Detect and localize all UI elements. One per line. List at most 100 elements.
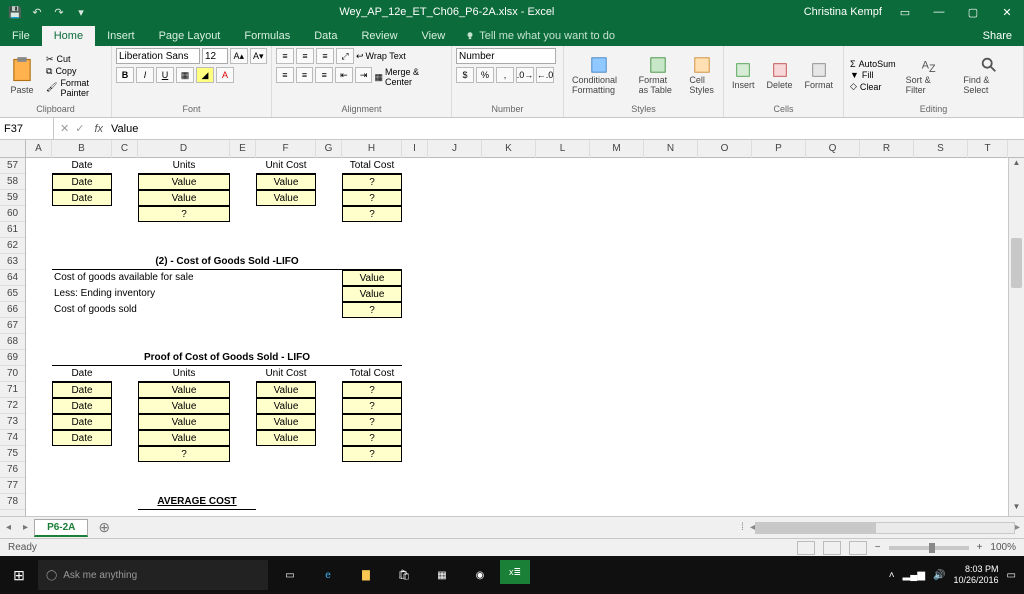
col-H[interactable]: H [342, 140, 402, 158]
tab-home[interactable]: Home [42, 26, 95, 46]
sheet-tab-active[interactable]: P6-2A [34, 519, 88, 537]
col-G[interactable]: G [316, 140, 342, 158]
cell[interactable]: Value [138, 414, 230, 430]
cell[interactable]: Value [256, 414, 316, 430]
italic-button[interactable]: I [136, 67, 154, 83]
cell[interactable]: Value [256, 398, 316, 414]
row-header[interactable]: 57 [0, 158, 25, 174]
paste-button[interactable]: Paste [4, 54, 40, 97]
row-header[interactable]: 78 [0, 494, 25, 510]
col-A[interactable]: A [26, 140, 52, 158]
cell[interactable]: Date [52, 174, 112, 190]
fill-color-button[interactable]: ◢ [196, 67, 214, 83]
vertical-scrollbar[interactable]: ▲ ▼ [1008, 158, 1024, 516]
col-E[interactable]: E [230, 140, 256, 158]
row-header[interactable]: 62 [0, 238, 25, 254]
cell[interactable]: Date [52, 190, 112, 206]
name-box[interactable]: F37 [0, 118, 54, 139]
row-header[interactable]: 66 [0, 302, 25, 318]
bold-button[interactable]: B [116, 67, 134, 83]
clear-button[interactable]: ◇Clear [848, 81, 898, 92]
scroll-thumb[interactable] [1011, 238, 1022, 288]
underline-button[interactable]: U [156, 67, 174, 83]
tab-insert[interactable]: Insert [95, 26, 147, 46]
network-icon[interactable]: ▂▄▆ [903, 570, 925, 581]
zoom-in-icon[interactable]: + [977, 542, 983, 553]
maximize-icon[interactable]: ▢ [956, 6, 990, 19]
row-headers[interactable]: 5758596061626364656667686970717273747576… [0, 158, 26, 516]
row-header[interactable]: 71 [0, 382, 25, 398]
cell[interactable]: Value [138, 190, 230, 206]
row-header[interactable]: 76 [0, 462, 25, 478]
col-O[interactable]: O [698, 140, 752, 158]
border-button[interactable]: ▦ [176, 67, 194, 83]
row-header[interactable]: 77 [0, 478, 25, 494]
tab-view[interactable]: View [410, 26, 458, 46]
cell[interactable]: Value [256, 382, 316, 398]
page-layout-view-icon[interactable] [823, 541, 841, 555]
tray-chevron-icon[interactable]: ˄ [889, 570, 895, 581]
cell[interactable]: Value [342, 270, 402, 286]
chrome-icon[interactable]: ◉ [462, 560, 498, 590]
calculator-icon[interactable]: ▦ [424, 560, 460, 590]
tab-data[interactable]: Data [302, 26, 349, 46]
sort-filter-button[interactable]: AZSort & Filter [902, 54, 956, 97]
qat-customize-icon[interactable]: ▾ [74, 6, 88, 19]
cell[interactable]: Date [52, 414, 112, 430]
ribbon-options-icon[interactable]: ▭ [888, 6, 922, 19]
page-break-view-icon[interactable] [849, 541, 867, 555]
increase-font-icon[interactable]: A▴ [230, 48, 248, 64]
align-left-icon[interactable]: ≡ [276, 67, 294, 83]
row-header[interactable]: 75 [0, 446, 25, 462]
cell[interactable]: Unit Cost [256, 158, 316, 174]
edge-icon[interactable]: e [310, 560, 346, 590]
col-R[interactable]: R [860, 140, 914, 158]
cell[interactable]: ? [342, 414, 402, 430]
row-header[interactable]: 72 [0, 398, 25, 414]
align-top-icon[interactable]: ≡ [276, 48, 294, 64]
excel-icon[interactable]: x≣ [500, 560, 530, 584]
number-format-select[interactable] [456, 48, 556, 64]
col-K[interactable]: K [482, 140, 536, 158]
indent-dec-icon[interactable]: ⇤ [335, 67, 353, 83]
formula-input[interactable]: Value [107, 123, 1024, 135]
close-icon[interactable]: ✕ [990, 6, 1024, 19]
cell[interactable]: ? [342, 430, 402, 446]
select-all-button[interactable] [0, 140, 26, 157]
cell[interactable]: ? [342, 190, 402, 206]
merge-center-button[interactable]: ▦Merge & Center [374, 67, 447, 87]
cell[interactable]: Value [138, 382, 230, 398]
col-B[interactable]: B [52, 140, 112, 158]
volume-icon[interactable]: 🔊 [933, 570, 945, 581]
row-header[interactable]: 67 [0, 318, 25, 334]
currency-icon[interactable]: $ [456, 67, 474, 83]
align-middle-icon[interactable]: ≡ [296, 48, 314, 64]
new-sheet-button[interactable]: ⊕ [88, 519, 120, 536]
row-header[interactable]: 61 [0, 222, 25, 238]
section-title[interactable]: AVERAGE COST [138, 494, 256, 510]
indent-inc-icon[interactable]: ⇥ [355, 67, 373, 83]
cut-button[interactable]: ✂Cut [44, 54, 107, 65]
align-center-icon[interactable]: ≡ [296, 67, 314, 83]
cell[interactable]: ? [342, 382, 402, 398]
row-header[interactable]: 69 [0, 350, 25, 366]
font-name-select[interactable] [116, 48, 200, 64]
cell[interactable]: ? [342, 174, 402, 190]
minimize-icon[interactable]: — [922, 6, 956, 19]
tab-file[interactable]: File [0, 26, 42, 46]
share-button[interactable]: Share [971, 26, 1024, 46]
tab-nav-next-icon[interactable]: ▸ [17, 522, 34, 533]
font-size-select[interactable] [202, 48, 228, 64]
wrap-text-button[interactable]: ↩Wrap Text [356, 48, 406, 64]
col-Q[interactable]: Q [806, 140, 860, 158]
cell[interactable]: ? [138, 206, 230, 222]
col-N[interactable]: N [644, 140, 698, 158]
autosum-button[interactable]: ΣAutoSum [848, 59, 898, 69]
scroll-down-icon[interactable]: ▼ [1009, 502, 1024, 516]
col-T[interactable]: T [968, 140, 1008, 158]
undo-icon[interactable]: ↶ [30, 6, 44, 19]
fx-icon[interactable]: fx [90, 123, 107, 135]
align-right-icon[interactable]: ≡ [315, 67, 333, 83]
cell[interactable]: ? [138, 446, 230, 462]
decrease-font-icon[interactable]: A▾ [250, 48, 268, 64]
